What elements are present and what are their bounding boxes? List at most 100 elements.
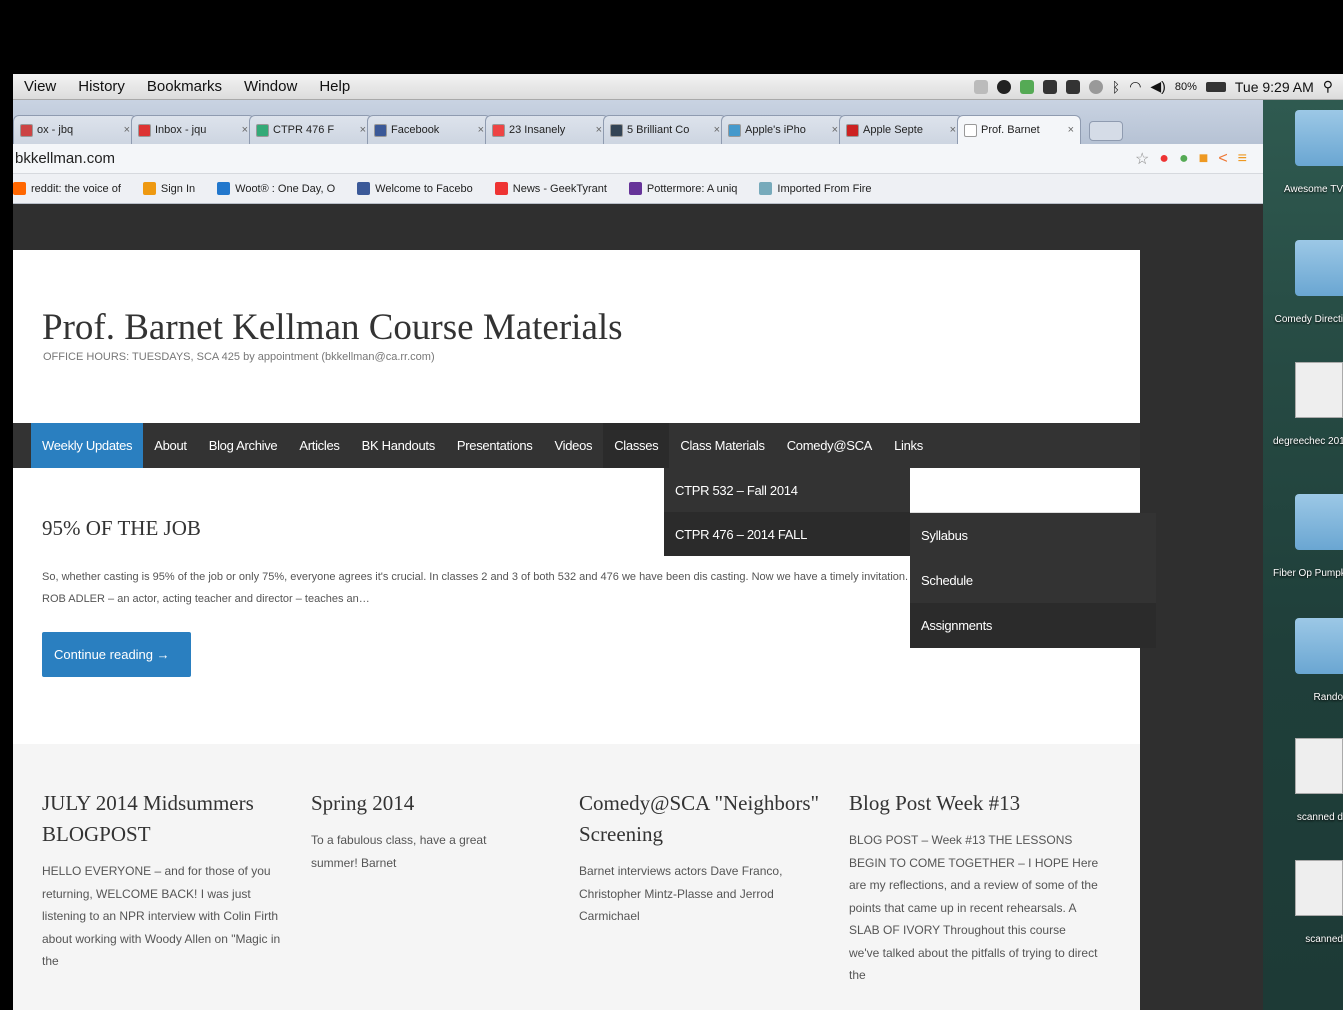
dropdown-gap [910, 468, 1140, 513]
evernote-icon[interactable] [1019, 79, 1034, 94]
evernote-extension-icon[interactable]: ● [1179, 150, 1189, 168]
close-icon[interactable]: × [1068, 124, 1074, 136]
bookmark-item[interactable]: Welcome to Facebo [357, 182, 473, 195]
tab-favicon-icon [492, 123, 505, 137]
menu-bookmarks[interactable]: Bookmarks [136, 78, 233, 95]
address-bar[interactable]: bkkellman.com [13, 150, 115, 167]
nav-item-blog-archive[interactable]: Blog Archive [198, 423, 289, 468]
tab-title: CTPR 476 F [273, 124, 335, 136]
close-icon[interactable]: × [360, 124, 366, 136]
nav-item-articles[interactable]: Articles [288, 423, 350, 468]
close-icon[interactable]: × [950, 124, 956, 136]
browser-tab[interactable]: Apple Septe × [839, 115, 963, 144]
browser-tab[interactable]: 23 Insanely × [485, 115, 609, 144]
bookmark-item[interactable]: Pottermore: A uniq [628, 182, 737, 195]
dropdown-item-ctpr-532[interactable]: CTPR 532 – Fall 2014 [664, 468, 910, 512]
browser-tab[interactable]: Prof. Barnet × [957, 115, 1081, 144]
widget-title[interactable]: Blog Post Week #13 [849, 788, 1099, 819]
post-title[interactable]: 95% OF THE JOB [42, 516, 201, 541]
notification-icon[interactable] [973, 79, 988, 94]
tab-favicon-icon [138, 123, 151, 137]
browser-tab[interactable]: Apple's iPho × [721, 115, 845, 144]
subdropdown-item-syllabus[interactable]: Syllabus [910, 513, 1156, 558]
site-title[interactable]: Prof. Barnet Kellman Course Materials [42, 306, 623, 349]
nav-item-comedy-sca[interactable]: Comedy@SCA [776, 423, 883, 468]
nav-item-links[interactable]: Links [883, 423, 934, 468]
star-icon[interactable]: ☆ [1135, 149, 1149, 169]
nav-item-classes[interactable]: Classes [603, 423, 670, 468]
tab-favicon-icon [846, 123, 859, 137]
bookmark-item[interactable]: News - GeekTyrant [494, 182, 607, 195]
menu-help[interactable]: Help [308, 78, 361, 95]
widget-title[interactable]: Comedy@SCA "Neighbors" Screening [579, 788, 824, 850]
bookmark-label: Imported From Fire [777, 182, 872, 195]
widget-title[interactable]: JULY 2014 Midsummers BLOGPOST [42, 788, 292, 850]
bookmarks-bar: reddit: the voice of Sign In Woot® : One D… [13, 174, 1263, 204]
continue-reading-button[interactable]: Continue reading → [42, 632, 191, 677]
tab-favicon-icon [610, 123, 623, 137]
paw-icon[interactable] [1042, 79, 1057, 94]
widget-comedy-sca: Comedy@SCA "Neighbors" Screening Barnet … [579, 788, 824, 928]
close-icon[interactable]: × [124, 124, 130, 136]
subdropdown-item-schedule[interactable]: Schedule [910, 558, 1156, 603]
browser-tab[interactable]: 5 Brilliant Co × [603, 115, 727, 144]
volume-icon[interactable]: ◀) [1150, 78, 1165, 95]
browser-tab[interactable]: Inbox - jqu × [131, 115, 255, 144]
document-icon[interactable] [1295, 860, 1343, 916]
site-header: Prof. Barnet Kellman Course Materials OF… [13, 250, 1140, 423]
menu-view[interactable]: View [13, 78, 67, 95]
folder-icon[interactable] [1295, 494, 1343, 550]
bookmark-favicon-icon [759, 182, 773, 195]
tab-title: Apple's iPho [745, 124, 806, 136]
bookmark-favicon-icon [357, 182, 371, 195]
nav-item-class-materials[interactable]: Class Materials [669, 423, 775, 468]
browser-tab[interactable]: Facebook × [367, 115, 491, 144]
widget-title[interactable]: Spring 2014 [311, 788, 531, 819]
chat-icon[interactable] [996, 79, 1011, 94]
opera-extension-icon[interactable]: ● [1159, 150, 1169, 168]
wifi-icon[interactable]: ◠ [1129, 78, 1141, 95]
status-area: ᛒ ◠ ◀) 80% Tue 9:29 AM ⚲ [973, 78, 1343, 95]
dropdown-item-ctpr-476[interactable]: CTPR 476 – 2014 FALL [664, 512, 910, 556]
nav-item-weekly-updates[interactable]: Weekly Updates [31, 423, 144, 476]
battery-percent: 80% [1174, 80, 1197, 93]
bookmark-label: Woot® : One Day, O [235, 182, 336, 195]
tab-title: Inbox - jqu [155, 124, 207, 136]
folder-icon[interactable] [1295, 618, 1343, 674]
bookmark-item[interactable]: Imported From Fire [759, 182, 872, 195]
folder-icon[interactable] [1295, 240, 1343, 296]
menu-window[interactable]: Window [233, 78, 308, 95]
bookmark-item[interactable]: reddit: the voice of [13, 182, 121, 195]
time-machine-icon[interactable] [1088, 79, 1103, 94]
close-icon[interactable]: × [596, 124, 602, 136]
bluetooth-icon[interactable]: ᛒ [1112, 79, 1120, 95]
drive-icon[interactable] [1065, 79, 1080, 94]
close-icon[interactable]: × [832, 124, 838, 136]
browser-tab[interactable]: CTPR 476 F × [249, 115, 373, 144]
clock[interactable]: Tue 9:29 AM [1235, 79, 1314, 95]
main-nav: Weekly Updates About Blog Archive Articles B… [13, 423, 1140, 476]
document-icon[interactable] [1295, 738, 1343, 794]
desktop-icon-label: Fiber Op Pumpkin [1273, 568, 1343, 579]
close-icon[interactable]: × [242, 124, 248, 136]
close-icon[interactable]: × [478, 124, 484, 136]
spotlight-icon[interactable]: ⚲ [1323, 78, 1333, 95]
extension-arrow-icon[interactable]: < [1218, 150, 1227, 168]
nav-item-videos[interactable]: Videos [544, 423, 604, 468]
bookmark-item[interactable]: Sign In [142, 182, 195, 195]
close-icon[interactable]: × [714, 124, 720, 136]
nav-item-bk-handouts[interactable]: BK Handouts [351, 423, 446, 468]
new-tab-button[interactable] [1089, 121, 1123, 141]
mac-menubar: View History Bookmarks Window Help ᛒ ◠ ◀… [13, 74, 1343, 100]
folder-icon[interactable] [1295, 110, 1343, 166]
bookmark-item[interactable]: Woot® : One Day, O [217, 182, 335, 195]
nav-item-about[interactable]: About [143, 423, 197, 468]
nav-item-presentations[interactable]: Presentations [446, 423, 544, 468]
menu-icon[interactable]: ≡ [1238, 150, 1247, 168]
document-icon[interactable] [1295, 362, 1343, 418]
browser-tab[interactable]: ox - jbq × [13, 115, 137, 144]
battery-icon[interactable] [1205, 81, 1226, 92]
subdropdown-item-assignments[interactable]: Assignments [910, 603, 1156, 648]
menu-history[interactable]: History [67, 78, 136, 95]
extension-icon[interactable]: ■ [1199, 150, 1209, 168]
